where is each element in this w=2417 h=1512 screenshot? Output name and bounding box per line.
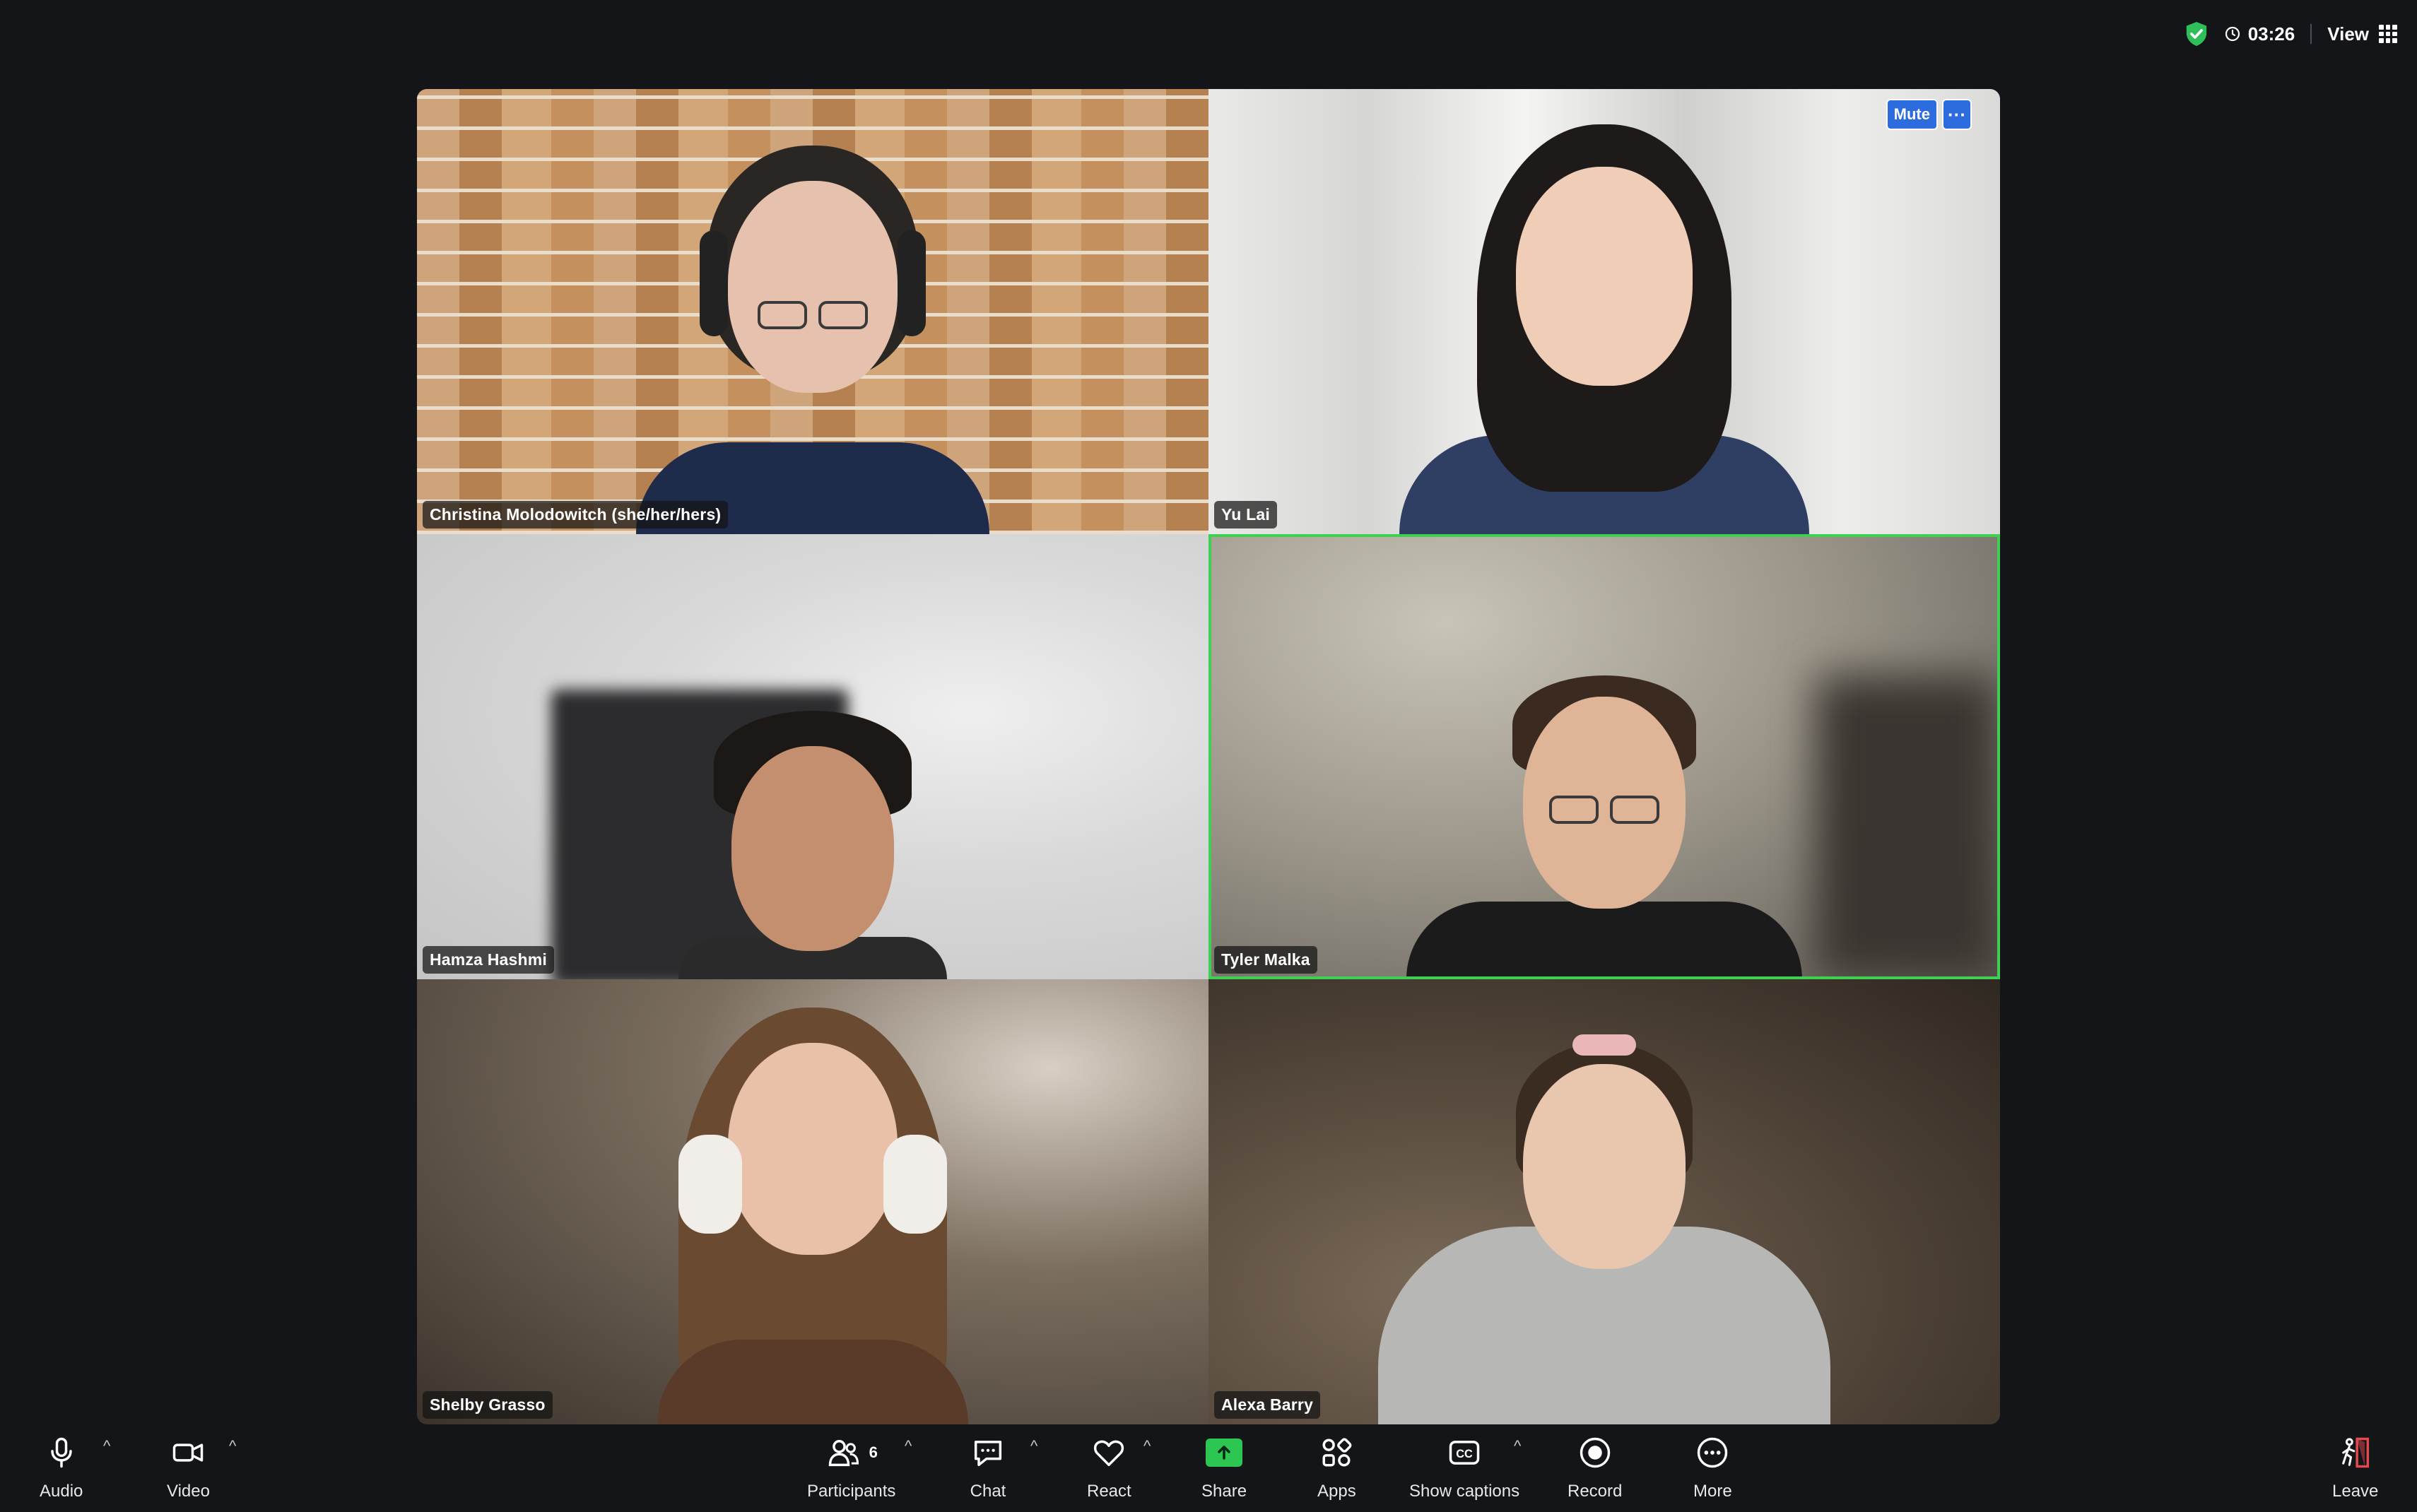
share-screen-button[interactable]: Share (1201, 1432, 1247, 1501)
camera-icon (173, 1443, 204, 1462)
apps-label: Apps (1317, 1482, 1356, 1501)
gallery-grid-icon (2379, 25, 2397, 43)
meeting-status-bar: 03:26 View (2184, 20, 2397, 48)
view-label: View (2327, 23, 2369, 45)
encryption-shield-icon[interactable] (2184, 20, 2209, 47)
participant-name-label: Hamza Hashmi (423, 946, 555, 974)
react-options-chevron-icon[interactable]: ^ (1143, 1439, 1158, 1454)
participant-more-options-button[interactable]: ··· (1942, 99, 1972, 130)
svg-text:CC: CC (1456, 1448, 1473, 1460)
heart-icon (1094, 1440, 1124, 1467)
record-button[interactable]: Record (1568, 1432, 1622, 1501)
audio-button[interactable]: Audio (40, 1432, 83, 1501)
audio-options-chevron-icon[interactable]: ^ (103, 1439, 117, 1454)
video-tile-alexa-barry[interactable]: Alexa Barry (1208, 979, 2000, 1424)
record-icon (1580, 1437, 1610, 1468)
meeting-timer: 03:26 (2224, 23, 2295, 45)
participant-video (671, 534, 954, 979)
react-button[interactable]: React (1087, 1432, 1131, 1501)
participant-video (601, 979, 1025, 1424)
captions-label: Show captions (1409, 1482, 1520, 1501)
clock-icon (2225, 26, 2240, 42)
microphone-icon (50, 1437, 72, 1468)
tile-hover-controls: Mute ··· (1886, 99, 1972, 130)
chat-options-chevron-icon[interactable]: ^ (1030, 1439, 1045, 1454)
participants-button[interactable]: 6 Participants (807, 1432, 895, 1501)
participant-name-label: Tyler Malka (1214, 946, 1317, 974)
video-button[interactable]: Video (167, 1432, 210, 1501)
leave-meeting-button[interactable]: Leave (2332, 1432, 2378, 1501)
chat-bubble-icon (974, 1441, 1002, 1467)
captions-options-chevron-icon[interactable]: ^ (1514, 1439, 1528, 1454)
more-label: More (1693, 1482, 1732, 1501)
leave-label: Leave (2332, 1482, 2379, 1501)
apps-icon (1322, 1438, 1352, 1467)
participant-name-label: Yu Lai (1214, 501, 1277, 528)
more-button[interactable]: More (1693, 1432, 1732, 1501)
participant-name-label: Shelby Grasso (423, 1391, 553, 1419)
share-label: Share (1201, 1482, 1247, 1501)
video-tile-tyler-malka[interactable]: Tyler Malka (1208, 534, 2000, 979)
participant-name-label: Alexa Barry (1214, 1391, 1321, 1419)
more-dots-icon (1698, 1437, 1728, 1468)
leave-door-icon (2341, 1437, 2369, 1468)
chat-button[interactable]: Chat (970, 1432, 1006, 1501)
video-tile-yu-lai[interactable]: Mute ··· Yu Lai (1208, 89, 2000, 534)
video-gallery: Christina Molodowitch (she/her/hers) Mut… (417, 89, 2000, 1424)
show-captions-button[interactable]: CC Show captions (1409, 1432, 1519, 1501)
video-tile-christina[interactable]: Christina Molodowitch (she/her/hers) (417, 89, 1208, 534)
participants-options-chevron-icon[interactable]: ^ (905, 1439, 919, 1454)
participants-label: Participants (807, 1482, 896, 1501)
react-label: React (1087, 1482, 1131, 1501)
participant-video (1371, 979, 1837, 1424)
mute-participant-button[interactable]: Mute (1886, 99, 1938, 130)
participant-video (1392, 89, 1816, 534)
timer-text: 03:26 (2247, 23, 2295, 45)
closed-captions-icon: CC (1449, 1441, 1480, 1465)
participant-name-label: Christina Molodowitch (she/her/hers) (423, 501, 729, 528)
chat-label: Chat (970, 1482, 1006, 1501)
video-label: Video (167, 1482, 210, 1501)
video-tile-shelby-grasso[interactable]: Shelby Grasso (417, 979, 1208, 1424)
view-button[interactable]: View (2327, 23, 2397, 45)
participants-count: 6 (869, 1443, 878, 1461)
status-divider (2310, 24, 2312, 44)
meeting-toolbar: Audio ^ Video ^ 6 Participants ^ Chat ^ … (0, 1424, 2417, 1512)
apps-button[interactable]: Apps (1317, 1432, 1356, 1501)
participant-video (1392, 534, 1816, 979)
record-label: Record (1568, 1482, 1623, 1501)
audio-label: Audio (40, 1482, 83, 1501)
participants-icon (828, 1440, 859, 1467)
video-tile-hamza-hashmi[interactable]: Hamza Hashmi (417, 534, 1208, 979)
video-options-chevron-icon[interactable]: ^ (229, 1439, 243, 1454)
participant-video (615, 89, 1011, 534)
share-screen-icon (1206, 1439, 1243, 1467)
